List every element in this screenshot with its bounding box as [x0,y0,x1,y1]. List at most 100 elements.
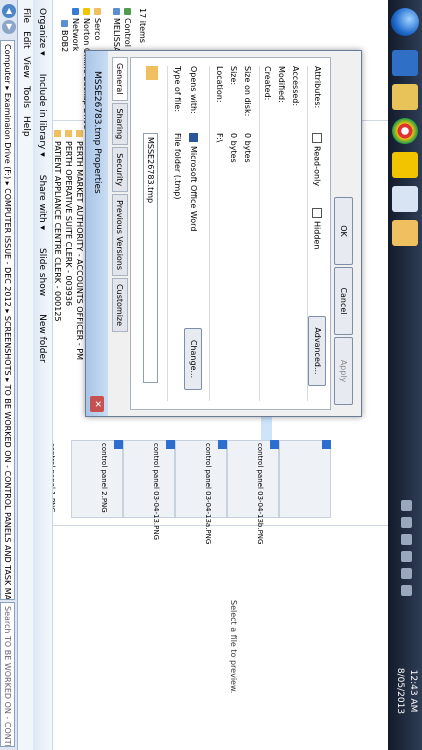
nav-item-melissa[interactable]: MELISSA [111,8,122,53]
checkbox-icon[interactable] [114,440,123,449]
menu-edit[interactable]: Edit [18,31,33,48]
advanced-button[interactable]: Advanced... [308,316,326,386]
tray-icon[interactable] [401,500,412,511]
file-row[interactable]: PERTH MARKET AUTHORITY - ACCOUNTS OFFICE… [74,130,85,440]
location-label: Location: [215,66,224,103]
back-button[interactable]: ◀ [2,4,16,18]
thumbnail-item[interactable]: control panel 03-04-13b.PNG [256,440,331,544]
checkbox-icon[interactable] [270,440,279,449]
file-row[interactable]: PATIENT APPLIANCE CENTRE CLERK - 000125 [52,130,63,440]
network-icon [72,8,79,15]
start-button[interactable] [391,8,419,36]
tab-general[interactable]: General [112,57,128,101]
tray-icon[interactable] [401,517,412,528]
thumbnail-label: control panel 03-04-13.PNG [152,443,160,541]
divider [259,66,260,401]
menu-tools[interactable]: Tools [18,86,33,108]
location-value: F:\ [215,133,224,143]
thumbnail-item[interactable]: control panel 1.PNG [48,440,123,518]
chrome-icon[interactable] [392,118,418,144]
thumbnail-item[interactable]: control panel 03-04-13a.PNG [204,440,279,544]
checkbox-icon[interactable] [166,440,175,449]
clock[interactable]: 12:43 AM 8/05/2013 [393,656,419,726]
nav-item-bob2[interactable]: BOB2 [59,20,70,52]
tab-previous-versions[interactable]: Previous Versions [112,194,128,277]
name-field[interactable]: MSSE26783.tmp [143,133,158,383]
address-row: ◀ ▶ Computer ▸ Examinaion Drive (F:) ▸ C… [0,0,18,750]
modified-label: Modified: [277,66,286,103]
pane-divider[interactable] [53,525,388,526]
close-icon[interactable]: ✕ [90,396,104,412]
ok-button[interactable]: OK [334,197,353,265]
new-folder-button[interactable]: New folder [32,314,52,363]
preview-message: Select a file to preview. [229,600,238,694]
menu-help[interactable]: Help [18,116,33,137]
word-icon [189,133,198,142]
nav-item-network[interactable]: Network [70,8,81,51]
dialog-tabs: General Sharing Security Previous Versio… [112,57,128,410]
slide-show-button[interactable]: Slide show [32,248,52,296]
nav-item-serco[interactable]: Serco [92,8,103,40]
clock-time: 12:43 AM [408,669,418,713]
windows-explorer-icon[interactable] [392,84,418,110]
tab-sharing[interactable]: Sharing [112,102,128,146]
created-label: Created: [263,66,272,101]
thumbnail-item[interactable]: control panel 2.PNG [100,440,175,518]
dialog-title: MSSE26783.tmp Properties [86,51,108,416]
folder-icon [146,66,158,80]
internet-explorer-icon[interactable] [392,50,418,76]
cancel-button[interactable]: Cancel [334,267,353,335]
hidden-checkbox[interactable]: Hidden [312,208,322,249]
network-icon[interactable] [401,551,412,562]
divider [209,66,210,401]
computer-icon [61,20,68,27]
forward-button[interactable]: ▶ [2,20,16,34]
items-count: 17 items [138,8,147,43]
size-value: 0 bytes [229,133,238,163]
address-bar[interactable]: Computer ▸ Examinaion Drive (F:) ▸ COMPU… [0,40,15,600]
checkbox-icon[interactable] [218,440,227,449]
thumbnail-label: control panel 03-04-13b.PNG [256,443,264,545]
volume-icon[interactable] [401,568,412,579]
folder-icon [94,8,101,15]
file-row[interactable]: PERTH OPERATIVE SUITE CLERK - 003936 [63,130,74,440]
norton-icon [83,8,90,15]
taskbar: 12:43 AM 8/05/2013 [388,0,422,750]
menu-view[interactable]: View [18,57,33,78]
search-input[interactable]: Search TO BE WORKED ON - CONTR... [0,602,15,747]
size-on-disk-value: 0 bytes [243,133,252,163]
tray-icon[interactable] [401,534,412,545]
tab-customize[interactable]: Customize [112,278,128,333]
system-tray [398,500,412,650]
norton-icon[interactable] [392,152,418,178]
general-tab-panel: MSSE26783.tmp Type of file: File folder … [130,57,331,410]
apply-button[interactable]: Apply [334,337,353,405]
folder-icon[interactable] [392,220,418,246]
app-icon[interactable] [392,186,418,212]
share-with-button[interactable]: Share with ▾ [32,175,52,230]
thumbnail-item[interactable]: control panel 03-04-13.PNG [152,440,227,540]
menu-file[interactable]: File [18,8,33,23]
thumbnail-label: control panel 2.PNG [100,443,108,513]
readonly-checkbox[interactable]: Read-only [312,133,322,186]
control-panel-icon [124,8,131,15]
tab-security[interactable]: Security [112,147,128,193]
include-in-library-button[interactable]: Include in library ▾ [32,74,52,157]
thumbnail-strip: control panel 1.PNGcontrol panel 2.PNG co… [48,440,331,544]
computer-icon [113,8,120,15]
properties-dialog: MSSE26783.tmp Properties ✕ General Shari… [85,50,362,417]
accessed-label: Accessed: [291,66,300,107]
battery-icon[interactable] [401,585,412,596]
command-bar: Organize ▾ Include in library ▾ Share wi… [31,0,53,750]
clock-date: 8/05/2013 [395,667,405,715]
menu-bar: File Edit View Tools Help [18,0,33,750]
organize-button[interactable]: Organize ▾ [32,8,52,56]
opens-with-label: Opens with: [189,66,198,114]
checkbox-icon[interactable] [322,440,331,449]
change-button[interactable]: Change... [184,328,202,390]
type-value: File folder (.tmp) [173,133,182,200]
rotated-screen: 12:43 AM 8/05/2013 Serco Norton Online B… [0,0,422,750]
opens-with-value: Microsoft Office Word [189,146,198,232]
size-label: Size: [229,66,238,86]
thumbnail-label: control panel 03-04-13a.PNG [204,443,212,545]
